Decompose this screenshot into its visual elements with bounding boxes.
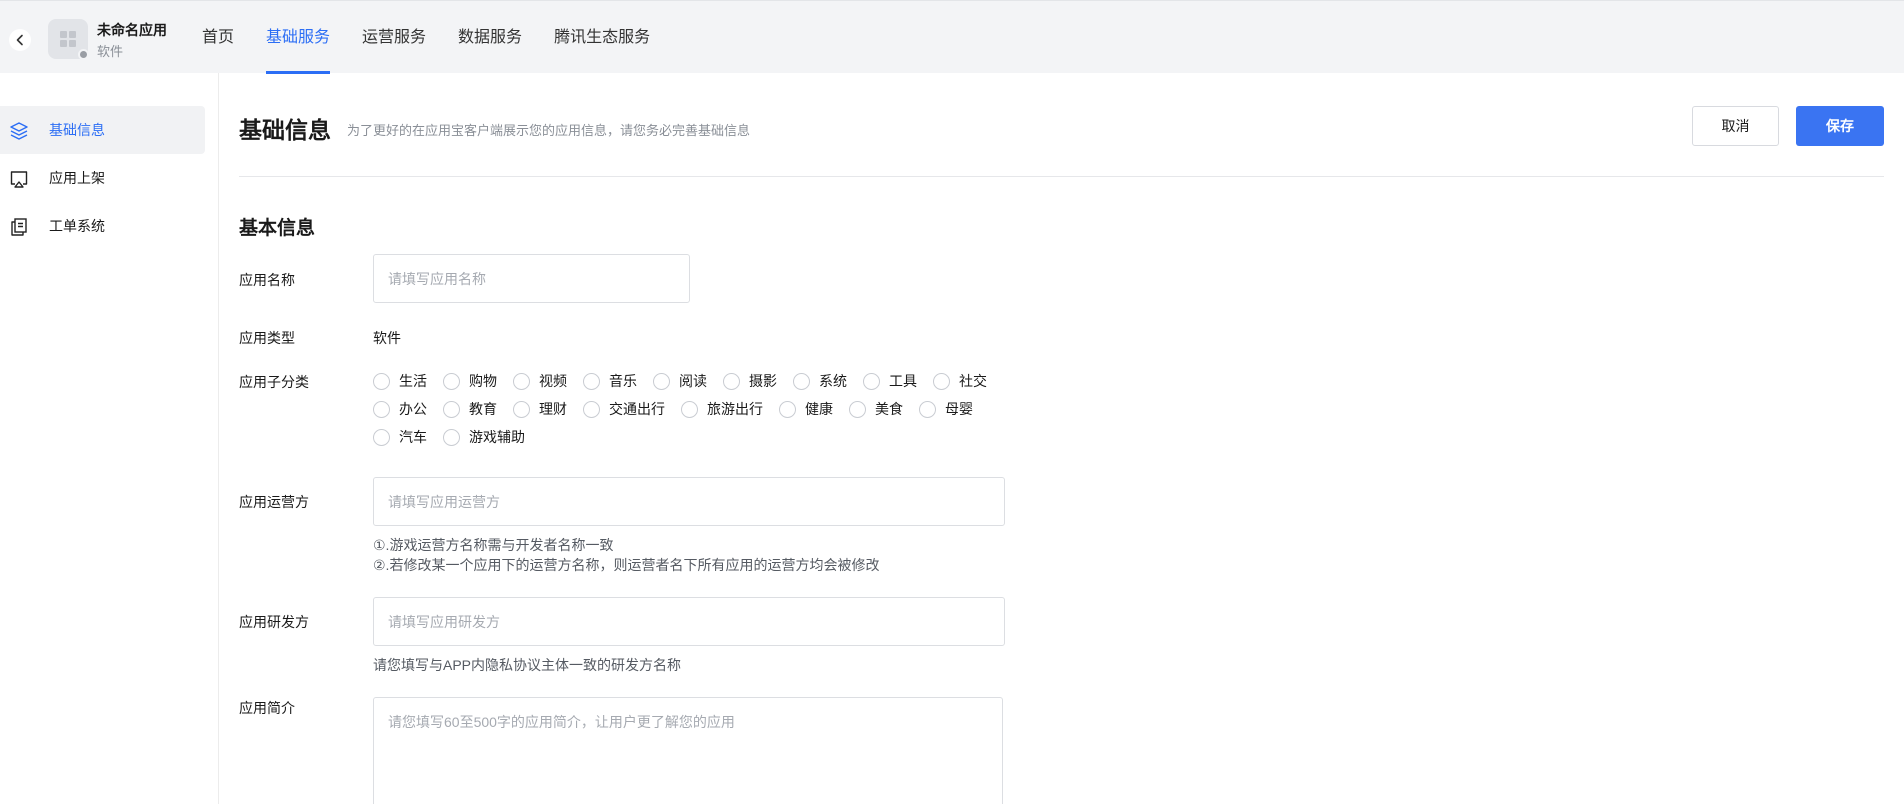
operator-label: 应用运营方 <box>239 494 309 510</box>
tab-data-services[interactable]: 数据服务 <box>458 1 522 74</box>
radio-option[interactable]: 健康 <box>779 399 849 419</box>
radio-circle[interactable] <box>933 372 950 390</box>
documents-icon <box>11 218 27 236</box>
radio-option[interactable]: 汽车 <box>373 427 443 447</box>
cancel-button[interactable]: 取消 <box>1692 106 1779 146</box>
radio-circle[interactable] <box>779 400 796 418</box>
developer-hint: 请您填写与APP内隐私协议主体一致的研发方名称 <box>373 657 682 673</box>
radio-circle[interactable] <box>373 372 390 390</box>
subcategory-label: 应用子分类 <box>239 374 309 390</box>
radio-circle[interactable] <box>583 400 600 418</box>
radio-circle[interactable] <box>373 400 390 418</box>
radio-option[interactable]: 购物 <box>443 371 513 391</box>
radio-option[interactable]: 教育 <box>443 399 513 419</box>
sidebar-item-app-listing[interactable]: 应用上架 <box>0 154 205 202</box>
radio-circle[interactable] <box>373 428 390 446</box>
tab-tencent-ecosystem-services[interactable]: 腾讯生态服务 <box>554 1 650 74</box>
radio-option[interactable]: 系统 <box>793 371 863 391</box>
radio-circle[interactable] <box>723 372 740 390</box>
developer-input[interactable] <box>373 597 1005 646</box>
radio-circle[interactable] <box>513 400 530 418</box>
sidebar-item-label: 应用上架 <box>49 170 105 186</box>
back-button[interactable] <box>9 29 31 51</box>
radio-circle[interactable] <box>443 428 460 446</box>
header-divider <box>239 176 1884 177</box>
subcategory-row-1: 生活 购物 视频 音乐 阅读 摄影 系统 工具 社交 <box>373 371 1003 391</box>
page-description: 为了更好的在应用宝客户端展示您的应用信息，请您务必完善基础信息 <box>347 123 751 138</box>
radio-circle[interactable] <box>443 372 460 390</box>
app-name-input[interactable] <box>373 254 690 303</box>
app-placeholder-icon <box>60 31 76 47</box>
top-bar: 未命名应用 软件 首页 基础服务 运营服务 数据服务 腾讯生态服务 <box>0 0 1904 74</box>
intro-textarea[interactable] <box>373 697 1003 804</box>
developer-label: 应用研发方 <box>239 614 309 630</box>
radio-circle[interactable] <box>443 400 460 418</box>
app-icon <box>48 19 89 60</box>
chevron-left-icon <box>16 34 23 46</box>
radio-circle[interactable] <box>583 372 600 390</box>
sidebar-item-basic-info[interactable]: 基础信息 <box>0 106 205 154</box>
operator-input[interactable] <box>373 477 1005 526</box>
radio-circle[interactable] <box>919 400 936 418</box>
main-nav: 首页 基础服务 运营服务 数据服务 腾讯生态服务 <box>202 1 682 74</box>
app-name: 未命名应用 <box>97 22 167 38</box>
radio-circle[interactable] <box>849 400 866 418</box>
radio-option[interactable]: 视频 <box>513 371 583 391</box>
radio-option[interactable]: 办公 <box>373 399 443 419</box>
sidebar-item-label: 工单系统 <box>49 218 105 234</box>
radio-option[interactable]: 旅游出行 <box>681 399 779 419</box>
save-button[interactable]: 保存 <box>1796 106 1884 146</box>
radio-option[interactable]: 理财 <box>513 399 583 419</box>
layers-icon <box>10 122 28 140</box>
page-title: 基础信息 <box>239 117 331 143</box>
radio-option[interactable]: 阅读 <box>653 371 723 391</box>
app-type-value: 软件 <box>373 330 401 346</box>
radio-option[interactable]: 美食 <box>849 399 919 419</box>
monitor-upload-icon <box>10 171 28 188</box>
sidebar-item-ticket-system[interactable]: 工单系统 <box>0 202 205 250</box>
operator-hint-2: ②.若修改某一个应用下的运营方名称，则运营者名下所有应用的运营方均会被修改 <box>373 557 880 573</box>
tab-basic-services[interactable]: 基础服务 <box>266 1 331 74</box>
radio-option[interactable]: 母婴 <box>919 399 989 419</box>
radio-option[interactable]: 交通出行 <box>583 399 681 419</box>
radio-option[interactable]: 音乐 <box>583 371 653 391</box>
operator-hint-1: ①.游戏运营方名称需与开发者名称一致 <box>373 537 614 553</box>
radio-circle[interactable] <box>513 372 530 390</box>
app-type-label: 应用类型 <box>239 330 295 346</box>
radio-circle[interactable] <box>681 400 698 418</box>
radio-circle[interactable] <box>863 372 880 390</box>
tab-operation-services[interactable]: 运营服务 <box>362 1 426 74</box>
sidebar-item-label: 基础信息 <box>49 122 105 138</box>
status-dot <box>78 49 89 60</box>
radio-option[interactable]: 游戏辅助 <box>443 427 541 447</box>
app-name-label: 应用名称 <box>239 272 295 288</box>
app-type: 软件 <box>97 44 124 59</box>
radio-option[interactable]: 工具 <box>863 371 933 391</box>
radio-circle[interactable] <box>793 372 810 390</box>
radio-option[interactable]: 摄影 <box>723 371 793 391</box>
radio-option[interactable]: 社交 <box>933 371 1003 391</box>
radio-circle[interactable] <box>653 372 670 390</box>
intro-label: 应用简介 <box>239 700 295 716</box>
sidebar: 基础信息 应用上架 工单系统 <box>0 73 219 804</box>
section-title: 基本信息 <box>239 218 316 239</box>
radio-option[interactable]: 生活 <box>373 371 443 391</box>
tab-home[interactable]: 首页 <box>202 1 234 74</box>
subcategory-row-3: 汽车 游戏辅助 <box>373 427 541 447</box>
subcategory-row-2: 办公 教育 理财 交通出行 旅游出行 健康 美食 母婴 <box>373 399 989 419</box>
